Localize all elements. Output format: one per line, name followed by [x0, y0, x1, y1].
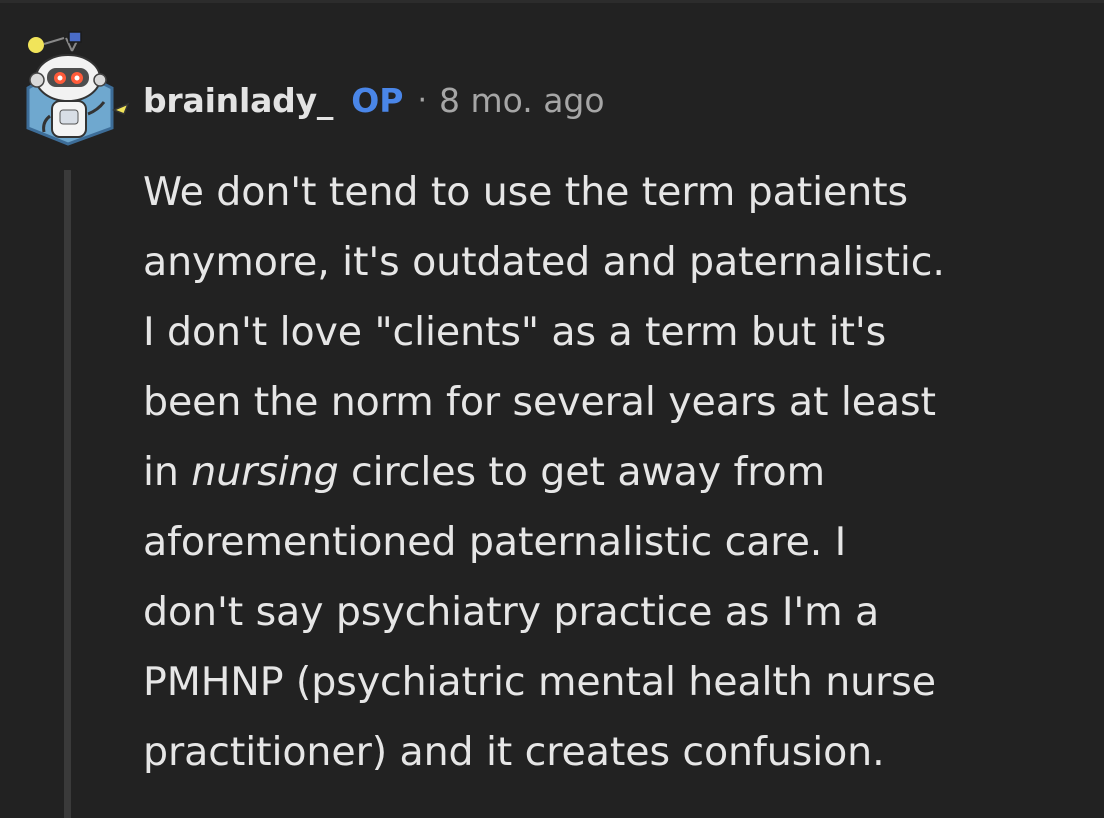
comment: brainlady_ OP · 8 mo. ago We don't tend …	[0, 0, 1104, 818]
comment-body-line: been the norm for several years at least	[143, 379, 936, 425]
comment-body-line: PMHNP (psychiatric mental health nurse	[143, 659, 936, 705]
line-segment: circles to get away from	[338, 449, 825, 495]
meta-separator: ·	[417, 82, 427, 118]
italic-emphasis: nursing	[191, 449, 339, 495]
comment-body: We don't tend to use the term patients a…	[143, 157, 1083, 787]
comment-body-line: don't say psychiatry practice as I'm a	[143, 589, 880, 635]
op-badge: OP	[351, 80, 404, 120]
username-link[interactable]: brainlady_	[143, 81, 333, 120]
avatar[interactable]	[20, 24, 132, 146]
comment-body-line: anymore, it's outdated and paternalistic…	[143, 239, 945, 285]
timestamp-link[interactable]: 8 mo. ago	[439, 81, 605, 120]
comment-body-line: We don't tend to use the term patients	[143, 169, 909, 215]
thread-collapse-line[interactable]	[64, 170, 71, 818]
snoo-robot-avatar-icon	[26, 31, 130, 146]
comment-body-line: in nursing circles to get away from	[143, 437, 1083, 507]
comment-body-line: practitioner) and it creates confusion.	[143, 729, 885, 775]
comment-body-line: aforementioned paternalistic care. I	[143, 519, 847, 565]
comment-header: brainlady_ OP · 8 mo. ago	[143, 74, 605, 126]
comment-body-line: I don't love "clients" as a term but it'…	[143, 309, 887, 355]
line-segment: in	[143, 449, 192, 495]
